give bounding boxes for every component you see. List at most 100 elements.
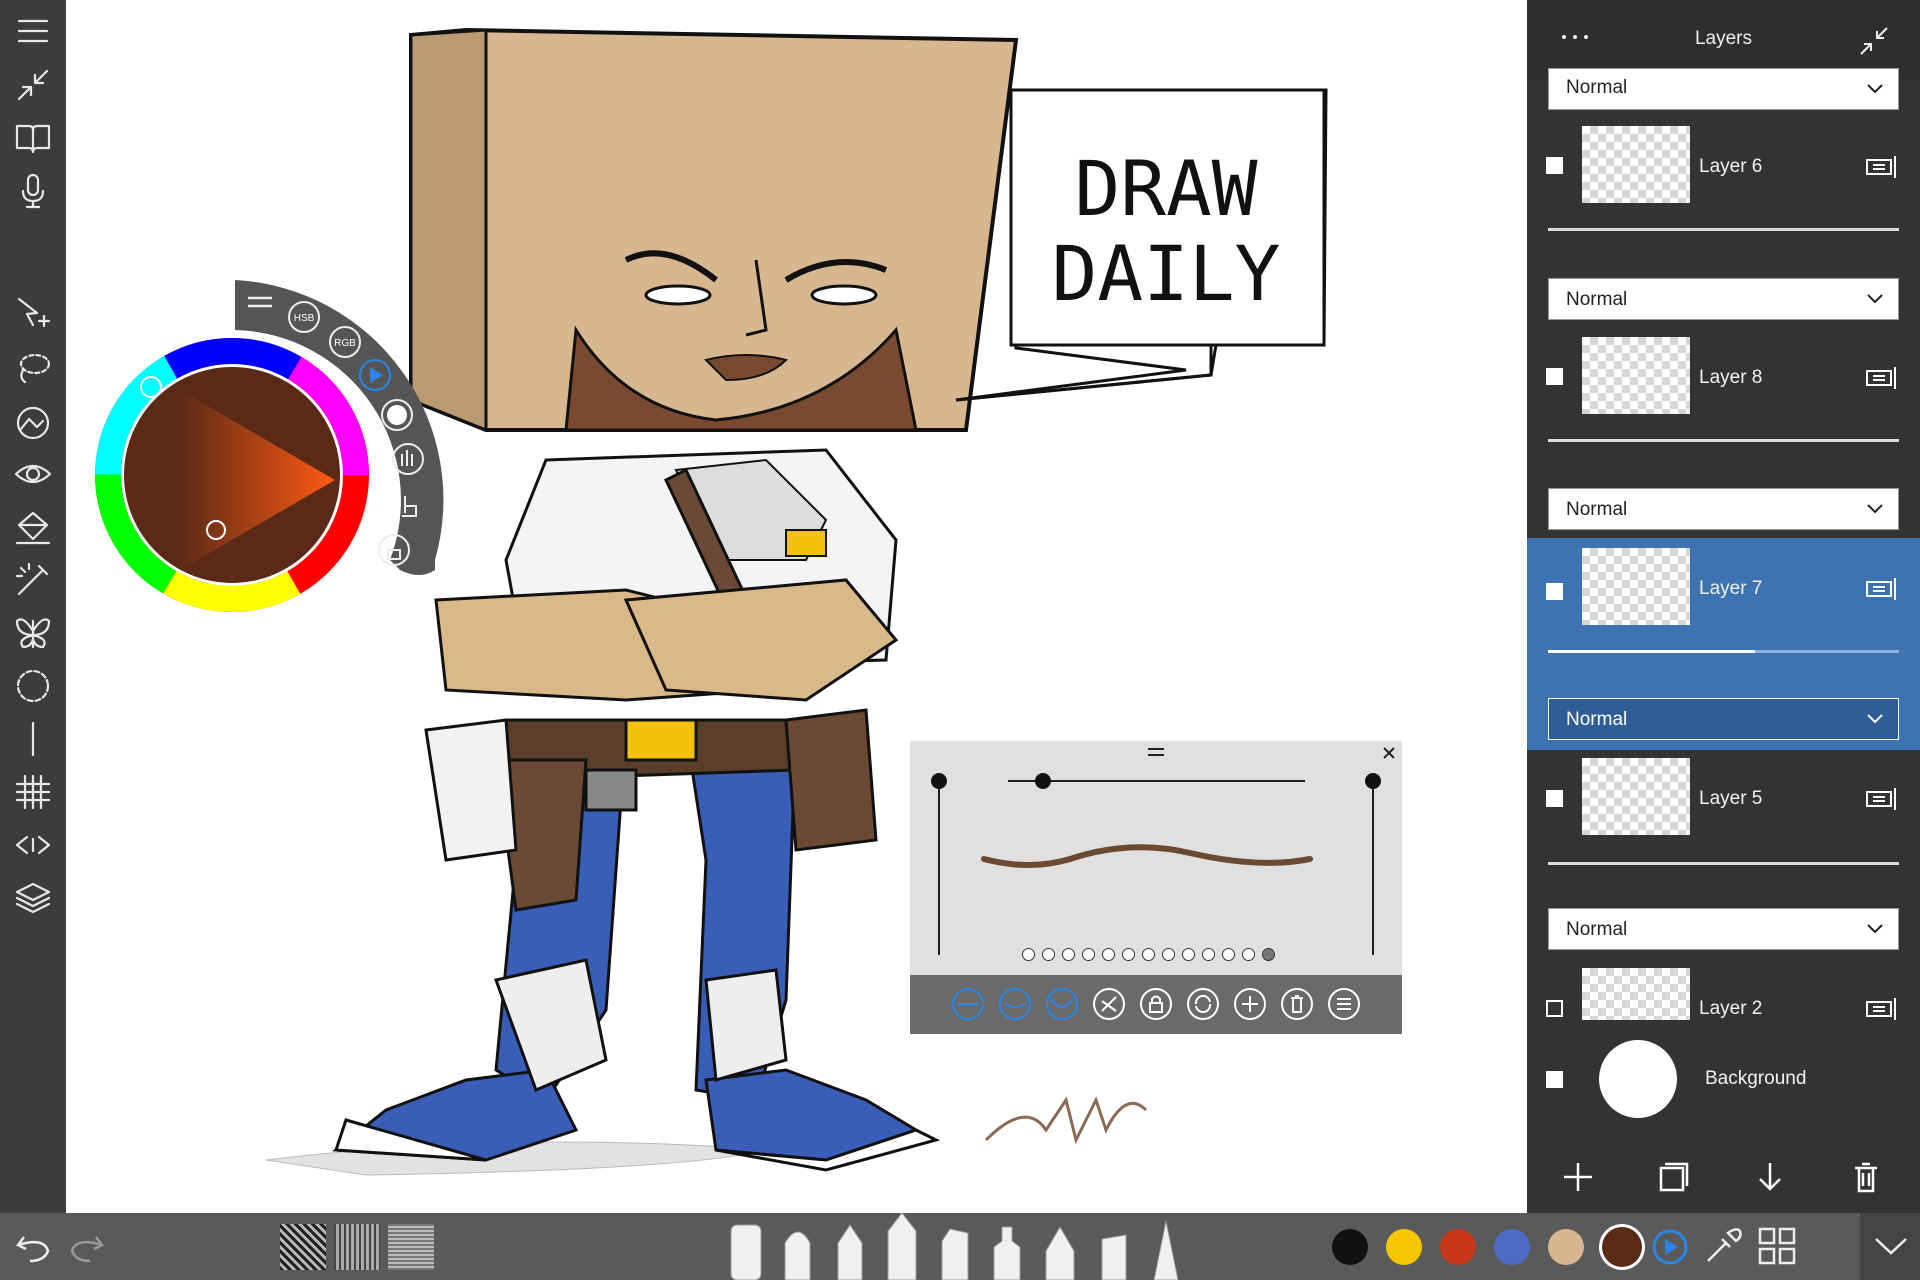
blend-mode-dropdown-top[interactable]: Normal [1548,68,1899,110]
settings-sliders-icon[interactable] [1327,987,1361,1021]
curve-handle-right[interactable] [1365,773,1381,789]
fill-bucket-icon[interactable] [8,504,58,550]
ruler-icon[interactable] [8,716,58,762]
pressure-dot[interactable] [1262,948,1275,961]
color-wheel-widget[interactable]: HSB RGB [90,270,450,630]
pressure-dot[interactable] [1082,948,1095,961]
pressure-dot[interactable] [1102,948,1115,961]
layer-opacity-slider[interactable] [1548,862,1899,865]
layer-opacity-slider[interactable] [1548,650,1899,653]
color-swatch[interactable] [1548,1229,1584,1265]
pressure-dot[interactable] [1182,948,1195,961]
layers-icon[interactable] [8,875,58,921]
layer-options-icon[interactable] [1865,996,1899,1022]
layer-options-icon[interactable] [1865,786,1899,812]
pressure-dot[interactable] [1142,948,1155,961]
layer-row-layer-5[interactable]: Layer 5 [1527,750,1920,918]
marker-brush-icon[interactable] [730,1224,762,1281]
stroke-editor-panel[interactable] [910,741,1402,1034]
pencil-icon[interactable] [1153,1220,1179,1281]
layer-row-layer-8[interactable]: Layer 8 [1527,323,1920,491]
curve-soft-icon[interactable] [998,987,1032,1021]
texture-swatch-1[interactable] [280,1224,326,1270]
palette-grid-icon[interactable] [1756,1225,1798,1267]
background-color-circle[interactable] [1599,1040,1677,1118]
ellipse-guide-icon[interactable] [8,663,58,709]
layer-opacity-slider[interactable] [1548,228,1899,231]
layer-visibility-checkbox[interactable] [1546,157,1563,174]
texture-swatch-3[interactable] [388,1224,434,1270]
blend-mode-dropdown[interactable]: Normal [1548,278,1899,320]
fine-liner-icon[interactable] [993,1226,1021,1281]
reference-book-icon[interactable] [8,115,58,161]
round-brush-icon[interactable] [784,1231,811,1281]
layer-row-layer-7[interactable]: Layer 7 Normal [1527,538,1920,750]
pressure-dot[interactable] [1222,948,1235,961]
eyedropper-icon[interactable] [1702,1225,1744,1267]
menu-icon[interactable] [8,8,58,54]
pressure-dot[interactable] [1022,948,1035,961]
curve-handle-middle[interactable] [1035,773,1051,789]
chevron-down-icon[interactable] [1872,1231,1910,1261]
delete-icon[interactable] [1280,987,1314,1021]
layer-visibility-checkbox[interactable] [1546,368,1563,385]
color-swatch[interactable] [1602,1227,1642,1267]
curve-handle-left[interactable] [931,773,947,789]
refresh-icon[interactable] [1186,987,1220,1021]
redo-icon[interactable] [66,1227,106,1267]
symmetry-butterfly-icon[interactable] [8,610,58,656]
stroke-curve-area[interactable] [910,741,1402,975]
chisel-marker-icon[interactable] [941,1228,969,1281]
lasso-icon[interactable] [8,345,58,391]
layer-options-icon[interactable] [1865,365,1899,391]
layer-row-layer-6[interactable]: Layer 6 [1527,112,1920,280]
magic-wand-icon[interactable] [8,557,58,603]
layer-visibility-checkbox[interactable] [1546,790,1563,807]
color-swatch[interactable] [1440,1229,1476,1265]
no-pressure-icon[interactable] [1092,987,1126,1021]
add-icon[interactable] [1233,987,1267,1021]
microphone-icon[interactable] [8,168,58,214]
lock-icon[interactable] [1139,987,1173,1021]
spray-icon[interactable] [1101,1234,1127,1281]
layer-row-layer-2[interactable]: Layer 2 [1527,958,1920,1028]
pressure-dot[interactable] [1042,948,1055,961]
pressure-dot[interactable] [1242,948,1255,961]
layer-visibility-checkbox[interactable] [1546,1000,1563,1017]
pressure-dot[interactable] [1122,948,1135,961]
delete-layer-icon[interactable] [1849,1160,1883,1194]
texture-swatch-2[interactable] [334,1224,380,1270]
merge-down-icon[interactable] [1753,1160,1787,1194]
blend-mode-dropdown-selected[interactable]: Normal [1548,698,1899,740]
pen-brush-icon[interactable] [887,1212,917,1281]
layer-options-icon[interactable] [1865,154,1899,180]
transform-icon[interactable] [8,398,58,444]
grid-icon[interactable] [8,769,58,815]
add-layer-icon[interactable] [1561,1160,1595,1194]
layer-visibility-checkbox[interactable] [1546,583,1563,600]
play-color-cycle-icon[interactable] [1650,1227,1690,1267]
select-move-icon[interactable] [8,292,58,338]
color-swatch[interactable] [1332,1229,1368,1265]
color-swatch[interactable] [1494,1229,1530,1265]
layer-options-icon[interactable] [1865,576,1899,602]
close-icon[interactable] [1383,747,1395,759]
duplicate-layer-icon[interactable] [1657,1160,1691,1194]
airbrush-icon[interactable] [837,1224,863,1281]
collapse-panel-icon[interactable] [1857,24,1891,58]
perspective-icon[interactable] [8,822,58,868]
blend-mode-dropdown[interactable]: Normal [1548,488,1899,530]
blend-mode-dropdown[interactable]: Normal [1548,908,1899,950]
stroke-editor-drag-handle-icon[interactable] [1148,748,1164,756]
layer-visibility-checkbox[interactable] [1546,1071,1563,1088]
undo-icon[interactable] [14,1227,54,1267]
curve-sharp-icon[interactable] [1045,987,1079,1021]
pressure-dot[interactable] [1162,948,1175,961]
color-swatch[interactable] [1386,1229,1422,1265]
pressure-dot[interactable] [1062,948,1075,961]
pressure-dot[interactable] [1202,948,1215,961]
layer-row-background[interactable]: Background [1527,1030,1920,1130]
layer-opacity-slider[interactable] [1548,439,1899,442]
collapse-icon[interactable] [8,62,58,108]
nib-pen-icon[interactable] [1045,1226,1075,1281]
